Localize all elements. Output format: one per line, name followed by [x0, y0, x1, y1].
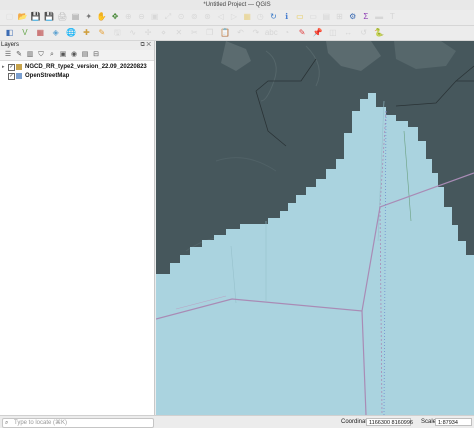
raster-layer-icon [16, 64, 22, 70]
layer-tool-icon[interactable]: ▤ [81, 51, 89, 59]
zoom-selection-icon[interactable]: ⊙ [176, 12, 187, 22]
style-manager-icon[interactable]: ✦ [83, 12, 94, 22]
layer-item[interactable]: ✓ OpenStreetMap [0, 72, 154, 80]
add-vector-icon[interactable]: V [19, 28, 30, 38]
scale-label: Scale [421, 419, 437, 425]
float-panel-icon[interactable]: ⧉ [140, 42, 144, 48]
xyz-tile-layer-icon [16, 73, 22, 79]
layers-panel-title: Layers [1, 42, 20, 48]
title-bar: *Untitled Project — QGIS [0, 0, 474, 10]
zoom-native-icon[interactable]: ⊛ [202, 12, 213, 22]
measure-icon[interactable]: ▬ [374, 12, 385, 22]
save-as-icon[interactable]: 💾 [44, 12, 55, 22]
open-table-icon[interactable]: ▤ [321, 12, 332, 22]
delete-icon[interactable]: ✕ [173, 28, 184, 38]
print-layout-icon[interactable]: 🖨 [57, 12, 68, 22]
layers-panel: Layers ⧉ ✕ ☰ ✎ ▥ ⛉ ⌕ ▣ ◉ ▤ ⊟ ▸ ✓ NGCD_RR_type2_ver… [0, 41, 155, 415]
copy-icon[interactable]: ❐ [204, 28, 215, 38]
layer-tool-icon[interactable]: ◉ [70, 51, 78, 59]
layer-visibility-checkbox[interactable]: ✓ [8, 73, 15, 80]
zoom-1to1-icon[interactable]: ▣ [149, 12, 160, 22]
diagram-icon[interactable]: ◔ [281, 28, 292, 38]
processing-icon[interactable]: ⚙ [347, 12, 358, 22]
locator-input[interactable] [14, 419, 144, 427]
layer-tool-icon[interactable]: ⛉ [37, 51, 45, 59]
data-source-manager-icon[interactable]: ◧ [4, 28, 15, 38]
deselect-icon[interactable]: ▭ [308, 12, 319, 22]
zoom-in-icon[interactable]: ⊕ [123, 12, 134, 22]
new-map-view-icon[interactable]: ▦ [242, 12, 253, 22]
layer-tool-icon[interactable]: ☰ [4, 51, 12, 59]
layer-tool-icon[interactable]: ⊟ [92, 51, 100, 59]
new-project-icon[interactable]: ▢ [4, 12, 15, 22]
highlight-icon[interactable]: ✎ [297, 28, 308, 38]
layer-tool-icon[interactable]: ▣ [59, 51, 67, 59]
pan-to-selection-icon[interactable]: ✥ [110, 12, 121, 22]
save-project-icon[interactable]: 💾 [30, 12, 41, 22]
layer-tool-icon[interactable]: ▥ [26, 51, 34, 59]
cut-icon[interactable]: ✂ [189, 28, 200, 38]
zoom-layer-icon[interactable]: ⊚ [189, 12, 200, 22]
select-icon[interactable]: ▭ [294, 12, 305, 22]
zoom-last-icon[interactable]: ◁ [215, 12, 226, 22]
move-feature-icon[interactable]: ✢ [143, 28, 154, 38]
statistics-icon[interactable]: Σ [360, 12, 371, 22]
save-edits-icon[interactable]: 🖫 [112, 28, 123, 38]
zoom-next-icon[interactable]: ▷ [228, 12, 239, 22]
scale-field[interactable]: 1:87934 [435, 418, 472, 426]
toggle-editing-icon[interactable]: ✎ [96, 28, 107, 38]
python-console-icon[interactable]: 🐍 [374, 28, 385, 38]
paste-icon[interactable]: 📋 [220, 28, 231, 38]
map-canvas[interactable] [156, 41, 474, 415]
window-title: *Untitled Project — QGIS [203, 2, 271, 8]
annotation-icon[interactable]: T [387, 12, 398, 22]
map-svg[interactable] [156, 41, 474, 415]
close-panel-icon[interactable]: ✕ [146, 42, 151, 48]
layers-panel-toolbar: ☰ ✎ ▥ ⛉ ⌕ ▣ ◉ ▤ ⊟ [0, 50, 154, 61]
label-icon[interactable]: abc [265, 28, 278, 38]
field-calc-icon[interactable]: ⊞ [334, 12, 345, 22]
undo-icon[interactable]: ↶ [235, 28, 246, 38]
add-raster-icon[interactable]: ▦ [35, 28, 46, 38]
layer-name: NGCD_RR_type2_version_22.09_20220823 [25, 64, 147, 70]
status-bar: ⌕ Coordinate 1166300 8160996 Scale 1:879… [0, 415, 474, 428]
coordinate-field[interactable]: 1166300 8160996 [366, 418, 413, 426]
search-icon: ⌕ [5, 420, 9, 426]
move-label-icon[interactable]: ↔ [343, 28, 354, 38]
open-project-icon[interactable]: 📂 [17, 12, 28, 22]
layer-name: OpenStreetMap [25, 73, 70, 79]
layer-tool-icon[interactable]: ⌕ [48, 51, 56, 59]
layer-visibility-checkbox[interactable]: ✓ [8, 64, 15, 71]
digitize-icon[interactable]: ∿ [127, 28, 138, 38]
pin-label-icon[interactable]: 📌 [312, 28, 323, 38]
new-layer-icon[interactable]: ✚ [81, 28, 92, 38]
add-mesh-icon[interactable]: ◈ [50, 28, 61, 38]
layout-manager-icon[interactable]: ▤ [70, 12, 81, 22]
zoom-out-icon[interactable]: ⊖ [136, 12, 147, 22]
secondary-toolbar: ◧ V ▦ ◈ 🌐 ✚ ✎ 🖫 ∿ ✢ ⋄ ✕ ✂ ❐ 📋 ↶ ↷ abc ◔ ✎ 📌 ◫ ↔ ↺ 🐍 [0, 26, 474, 41]
pan-icon[interactable]: ✋ [96, 12, 107, 22]
node-tool-icon[interactable]: ⋄ [158, 28, 169, 38]
refresh-icon[interactable]: ↻ [268, 12, 279, 22]
layers-panel-header: Layers ⧉ ✕ [0, 41, 154, 50]
show-label-icon[interactable]: ◫ [327, 28, 338, 38]
main-toolbar: ▢ 📂 💾 💾 🖨 ▤ ✦ ✋ ✥ ⊕ ⊖ ▣ ⤢ ⊙ ⊚ ⊛ ◁ ▷ ▦ ◷ ↻ ℹ ▭ ▭ ▤ ⊞ ⚙ Σ ▬ T [0, 10, 474, 26]
redo-icon[interactable]: ↷ [250, 28, 261, 38]
identify-icon[interactable]: ℹ [281, 12, 292, 22]
layer-item[interactable]: ▸ ✓ NGCD_RR_type2_version_22.09_20220823 [0, 63, 154, 71]
add-wms-icon[interactable]: 🌐 [66, 28, 77, 38]
rotate-label-icon[interactable]: ↺ [358, 28, 369, 38]
expand-arrow-icon[interactable]: ▸ [2, 63, 5, 71]
layer-tool-icon[interactable]: ✎ [15, 51, 23, 59]
temporal-icon[interactable]: ◷ [255, 12, 266, 22]
zoom-full-icon[interactable]: ⤢ [162, 12, 173, 22]
